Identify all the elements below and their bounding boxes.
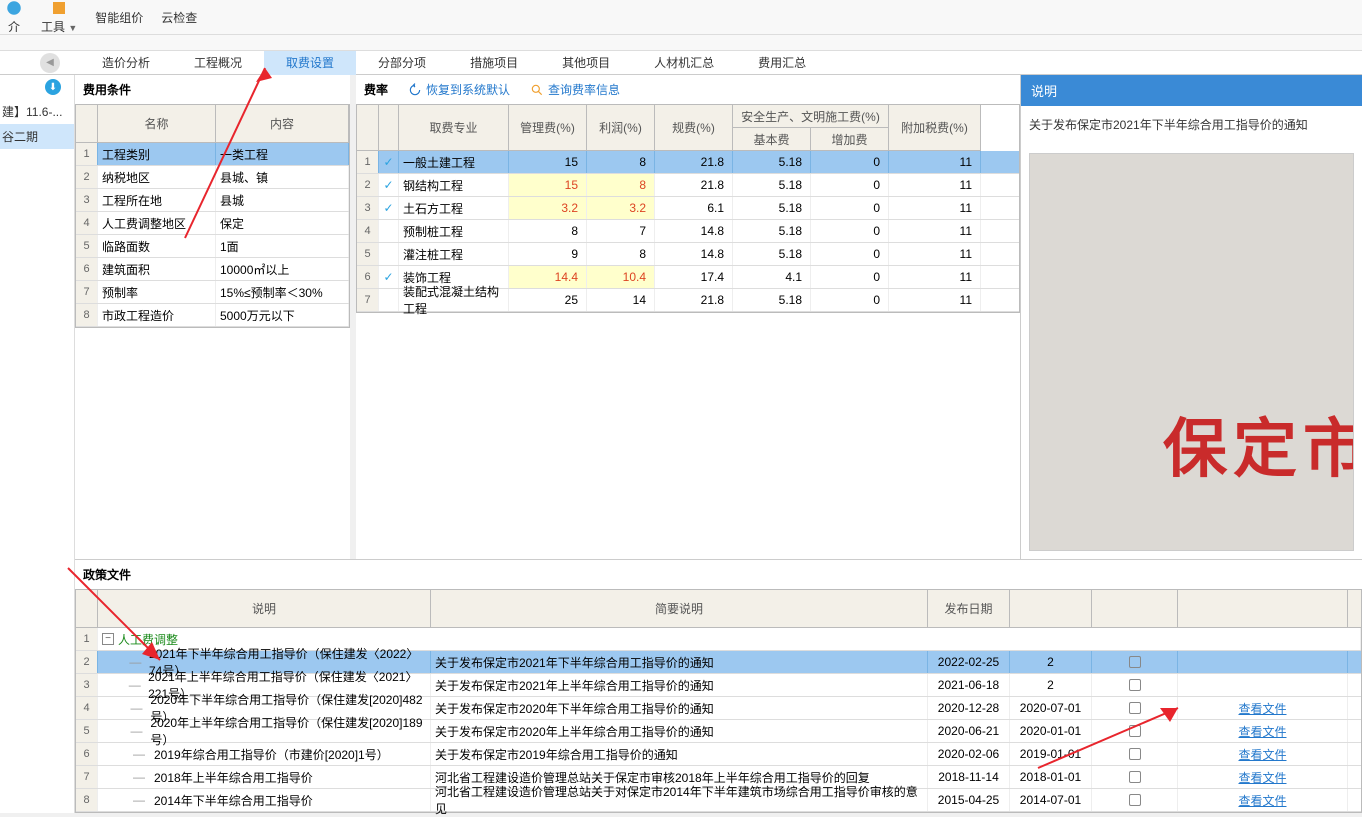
doc-row[interactable]: 6—2019年综合用工指导价（市建价[2020]1号）关于发布保定市2019年综… [76, 743, 1361, 766]
cond-row[interactable]: 7预制率15%≤预制率＜30% [76, 281, 349, 304]
rate-title: 费率 [364, 81, 388, 98]
desc-text: 关于发布保定市2021年下半年综合用工指导价的通知 [1021, 106, 1362, 145]
view-file-link[interactable]: 查看文件 [1238, 746, 1286, 763]
collapse-icon[interactable]: − [102, 633, 114, 645]
project-node-active[interactable]: 谷二期 [0, 124, 74, 149]
rate-row[interactable]: 7装配式混凝土结构工程251421.85.18011 [357, 289, 1019, 312]
cond-row[interactable]: 8市政工程造价5000万元以下 [76, 304, 349, 327]
doc-checkbox[interactable] [1129, 748, 1141, 760]
tab-measures[interactable]: 措施项目 [448, 51, 540, 75]
cond-row[interactable]: 2纳税地区县城、镇 [76, 166, 349, 189]
rate-row[interactable]: 4预制桩工程8714.85.18011 [357, 220, 1019, 243]
tab-overview[interactable]: 工程概况 [172, 51, 264, 75]
cond-row[interactable]: 5临路面数1面 [76, 235, 349, 258]
view-file-link[interactable]: 查看文件 [1238, 792, 1286, 809]
cond-row[interactable]: 4人工费调整地区保定 [76, 212, 349, 235]
doc-checkbox[interactable] [1129, 679, 1141, 691]
doc-row[interactable]: 8—2014年下半年综合用工指导价河北省工程建设造价管理总站关于对保定市2014… [76, 789, 1361, 812]
tool-tools[interactable]: 工具 ▼ [41, 0, 77, 35]
rate-row[interactable]: 3✓土石方工程3.23.26.15.18011 [357, 197, 1019, 220]
project-node[interactable]: 建】11.6-... [0, 99, 74, 124]
rate-row[interactable]: 2✓钢结构工程15821.85.18011 [357, 174, 1019, 197]
query-rate-link[interactable]: 查询费率信息 [530, 81, 620, 98]
tool-intro[interactable]: 介 [5, 0, 23, 35]
view-file-link[interactable]: 查看文件 [1238, 723, 1286, 740]
docs-title: 政策文件 [75, 559, 1362, 589]
desc-title: 说明 [1021, 75, 1362, 106]
tab-cost-analysis[interactable]: 造价分析 [80, 51, 172, 75]
tab-lcm[interactable]: 人材机汇总 [632, 51, 736, 75]
tab-other[interactable]: 其他项目 [540, 51, 632, 75]
rate-row[interactable]: 5灌注桩工程9814.85.18011 [357, 243, 1019, 266]
doc-checkbox[interactable] [1129, 656, 1141, 668]
project-tree: ⬇ 建】11.6-... 谷二期 [0, 75, 75, 813]
desc-panel: 说明 关于发布保定市2021年下半年综合用工指导价的通知 保定市 [1020, 75, 1362, 559]
view-file-link[interactable]: 查看文件 [1238, 769, 1286, 786]
doc-checkbox[interactable] [1129, 702, 1141, 714]
doc-row[interactable]: 5—2020年上半年综合用工指导价（保住建发[2020]189号）关于发布保定市… [76, 720, 1361, 743]
restore-default-link[interactable]: 恢复到系统默认 [408, 81, 510, 98]
cond-hdr-name: 名称 [98, 105, 216, 142]
cond-title: 费用条件 [75, 75, 350, 104]
tool-cloud[interactable]: 云检查 [161, 9, 197, 26]
cond-hdr-val: 内容 [216, 105, 349, 142]
tab-summary[interactable]: 费用汇总 [736, 51, 828, 75]
tool-smart[interactable]: 智能组价 [95, 9, 143, 26]
doc-checkbox[interactable] [1129, 725, 1141, 737]
cond-row[interactable]: 1工程类别一类工程 [76, 143, 349, 166]
doc-checkbox[interactable] [1129, 794, 1141, 806]
tab-sub-items[interactable]: 分部分项 [356, 51, 448, 75]
collapse-icon[interactable]: ◀ [40, 53, 60, 73]
download-icon[interactable]: ⬇ [45, 79, 61, 95]
nav-tabs: ◀ 造价分析 工程概况 取费设置 分部分项 措施项目 其他项目 人材机汇总 费用… [0, 51, 1362, 75]
cond-row[interactable]: 3工程所在地县城 [76, 189, 349, 212]
top-toolbar: 介 工具 ▼ 智能组价 云检查 [0, 0, 1362, 35]
doc-checkbox[interactable] [1129, 771, 1141, 783]
cond-row[interactable]: 6建筑面积10000㎡以上 [76, 258, 349, 281]
view-file-link[interactable]: 查看文件 [1238, 700, 1286, 717]
tab-fee-settings[interactable]: 取费设置 [264, 51, 356, 75]
doc-preview: 保定市 [1029, 153, 1354, 551]
rate-row[interactable]: 1✓一般土建工程15821.85.18011 [357, 151, 1019, 174]
